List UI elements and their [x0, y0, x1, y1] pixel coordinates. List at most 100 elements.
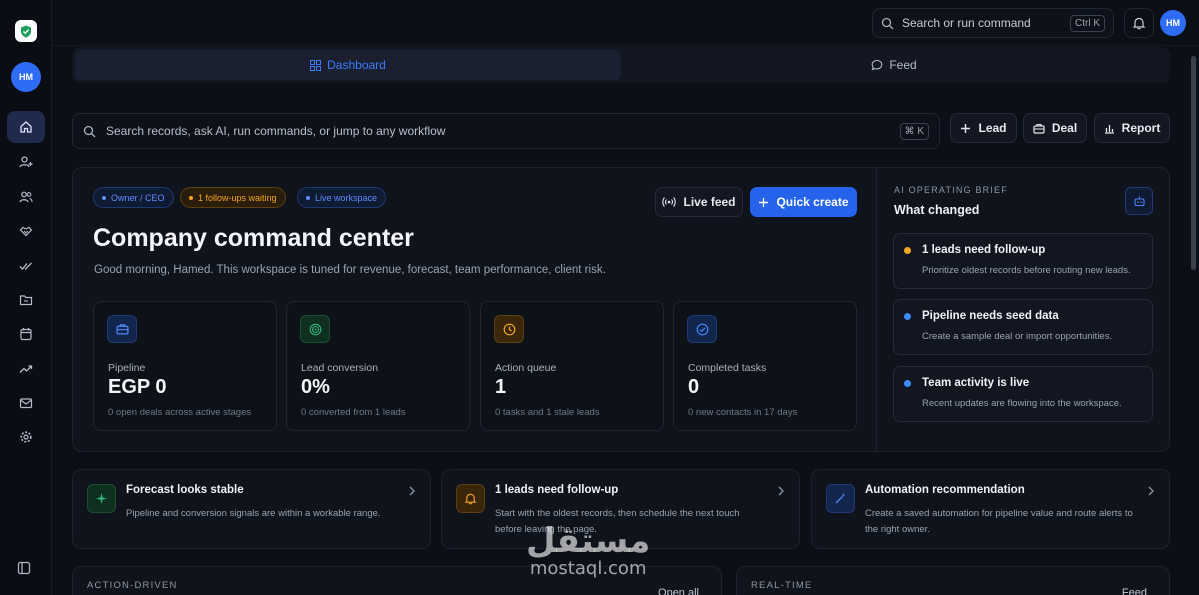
stat-icon-box [687, 315, 717, 343]
tab-dashboard[interactable]: Dashboard [75, 50, 621, 80]
chevron-right-icon [409, 486, 415, 496]
open-all-link[interactable]: Open all [658, 587, 699, 595]
stat-card-lead-conversion[interactable]: Lead conversion 0% 0 converted from 1 le… [286, 301, 470, 431]
stat-value: 1 [495, 376, 507, 398]
stat-value: 0% [301, 376, 330, 398]
live-feed-label: Live feed [683, 195, 736, 209]
briefcase-icon [115, 324, 129, 335]
insight-desc: Create a saved automation for pipeline v… [865, 506, 1133, 538]
stat-value: EGP 0 [108, 376, 167, 398]
user-avatar[interactable]: HM [1160, 10, 1186, 36]
ai-assistant-button[interactable] [1125, 187, 1153, 215]
stat-label: Lead conversion [301, 362, 379, 374]
stat-card-completed-tasks[interactable]: Completed tasks 0 0 new contacts in 17 d… [673, 301, 857, 431]
brief-item-title: 1 leads need follow-up [922, 244, 1046, 256]
global-search[interactable]: Search records, ask AI, run commands, or… [72, 113, 940, 149]
nav-settings[interactable] [7, 421, 45, 453]
insight-card-forecast[interactable]: Forecast looks stable Pipeline and conve… [72, 469, 431, 549]
user-plus-icon [19, 156, 33, 168]
command-shortcut: Ctrl K [1070, 14, 1105, 32]
stat-icon-box [107, 315, 137, 343]
brief-title: What changed [894, 203, 980, 217]
tab-dashboard-label: Dashboard [327, 58, 386, 72]
insight-desc: Pipeline and conversion signals are with… [126, 506, 381, 522]
insight-icon-box [456, 484, 485, 513]
sidebar: HM [0, 0, 52, 595]
sidebar-toggle[interactable] [17, 561, 31, 575]
shield-icon [21, 25, 31, 37]
live-feed-button[interactable]: Live feed [655, 187, 743, 217]
brief-item[interactable]: Pipeline needs seed data Create a sample… [893, 299, 1153, 355]
brief-item[interactable]: Team activity is live Recent updates are… [893, 366, 1153, 422]
trending-up-icon [19, 365, 33, 373]
stat-note: 0 tasks and 1 stale leads [495, 407, 600, 418]
panel-kicker: REAL-TIME [751, 580, 813, 591]
users-icon [19, 191, 33, 203]
stat-card-action-queue[interactable]: Action queue 1 0 tasks and 1 stale leads [480, 301, 664, 431]
nav-reports[interactable] [7, 353, 45, 385]
brief-item[interactable]: 1 leads need follow-up Prioritize oldest… [893, 233, 1153, 289]
nav-projects[interactable] [7, 284, 45, 316]
brief-item-title: Pipeline needs seed data [922, 310, 1059, 322]
add-lead-button[interactable]: Lead [950, 113, 1017, 143]
calendar-icon [20, 328, 32, 341]
add-deal-label: Deal [1051, 121, 1078, 135]
command-center-card: Owner / CEO 1 follow-ups waiting Live wo… [72, 167, 1170, 452]
app-logo[interactable] [15, 20, 37, 42]
nav-deals[interactable] [7, 215, 45, 247]
search-icon [881, 17, 894, 29]
sidebar-collapse-icon [17, 561, 31, 575]
nav-inbox[interactable] [7, 387, 45, 419]
insight-title: Forecast looks stable [126, 484, 244, 496]
new-report-button[interactable]: Report [1094, 113, 1170, 143]
feed-link[interactable]: Feed [1122, 587, 1147, 595]
brief-item-desc: Prioritize oldest records before routing… [922, 265, 1131, 276]
quick-create-label: Quick create [776, 195, 849, 209]
page-scrollbar[interactable] [1191, 56, 1196, 270]
stat-icon-box [494, 315, 524, 343]
nav-home[interactable] [7, 111, 45, 143]
topbar: Search or run command Ctrl K HM [52, 0, 1199, 46]
bell-icon [464, 493, 477, 505]
stat-label: Pipeline [108, 362, 146, 374]
followups-chip[interactable]: 1 follow-ups waiting [180, 187, 286, 208]
quick-create-button[interactable]: Quick create [750, 187, 857, 217]
stat-card-pipeline[interactable]: Pipeline EGP 0 0 open deals across activ… [93, 301, 277, 431]
plus-icon [961, 123, 971, 133]
stat-note: 0 converted from 1 leads [301, 407, 406, 418]
tab-feed-label: Feed [889, 58, 917, 72]
tab-feed[interactable]: Feed [621, 50, 1167, 80]
add-deal-button[interactable]: Deal [1023, 113, 1087, 143]
notifications-button[interactable] [1124, 8, 1154, 38]
chat-bubble-icon [871, 59, 883, 71]
brief-kicker: AI OPERATING BRIEF [894, 185, 1008, 195]
add-lead-label: Lead [978, 121, 1007, 135]
role-chip-label: Owner / CEO [111, 192, 165, 203]
insight-icon-box [826, 484, 855, 513]
insight-desc-line: Create a saved automation for pipeline v… [865, 508, 1133, 519]
nav-add-lead[interactable] [7, 146, 45, 178]
search-icon [83, 125, 96, 137]
followups-chip-label: 1 follow-ups waiting [198, 192, 277, 203]
plus-icon [759, 197, 769, 207]
bell-icon [1132, 17, 1146, 30]
real-time-panel: REAL-TIME Feed [736, 566, 1170, 595]
command-search[interactable]: Search or run command Ctrl K [872, 8, 1114, 38]
brief-item-desc: Create a sample deal or import opportuni… [922, 331, 1113, 342]
status-dot [904, 380, 911, 387]
chip-dot [189, 195, 193, 200]
nav-calendar[interactable] [7, 318, 45, 350]
stat-label: Completed tasks [688, 362, 767, 374]
insight-card-automation[interactable]: Automation recommendation Create a saved… [811, 469, 1170, 549]
nav-tasks[interactable] [7, 250, 45, 282]
new-report-label: Report [1121, 121, 1161, 135]
nav-contacts[interactable] [7, 181, 45, 213]
workspace-chip: Live workspace [297, 187, 387, 208]
avatar[interactable]: HM [11, 62, 41, 92]
sparkle-icon [96, 493, 107, 504]
view-tabs: Dashboard Feed [72, 47, 1170, 83]
chip-dot [306, 195, 310, 200]
folder-icon [19, 295, 33, 306]
insight-icon-box [87, 484, 116, 513]
wand-icon [835, 493, 846, 504]
